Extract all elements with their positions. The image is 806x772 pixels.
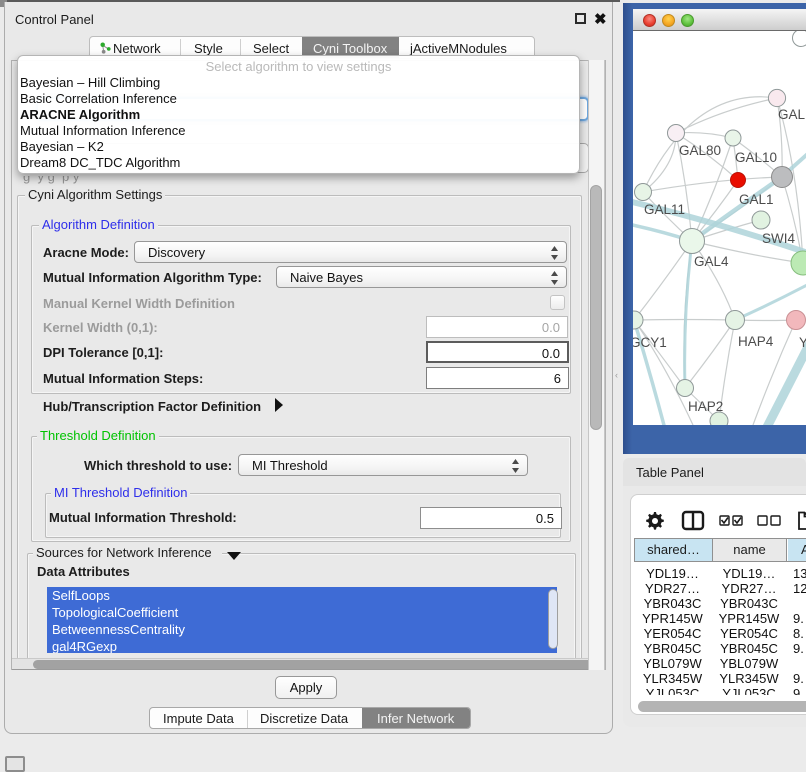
svg-text:SWI4: SWI4 bbox=[762, 231, 795, 246]
svg-text:HAP2: HAP2 bbox=[688, 399, 723, 414]
svg-text:GAL1: GAL1 bbox=[739, 192, 774, 207]
svg-text:GAL: GAL bbox=[778, 107, 806, 122]
svg-text:GAL10: GAL10 bbox=[735, 150, 777, 165]
svg-text:GAL11: GAL11 bbox=[644, 202, 685, 217]
svg-text:HAP4: HAP4 bbox=[738, 334, 774, 349]
svg-text:Y: Y bbox=[799, 335, 806, 350]
svg-text:GCY1: GCY1 bbox=[633, 335, 667, 350]
svg-text:GAL4: GAL4 bbox=[694, 254, 729, 269]
svg-text:GAL80: GAL80 bbox=[679, 143, 721, 158]
